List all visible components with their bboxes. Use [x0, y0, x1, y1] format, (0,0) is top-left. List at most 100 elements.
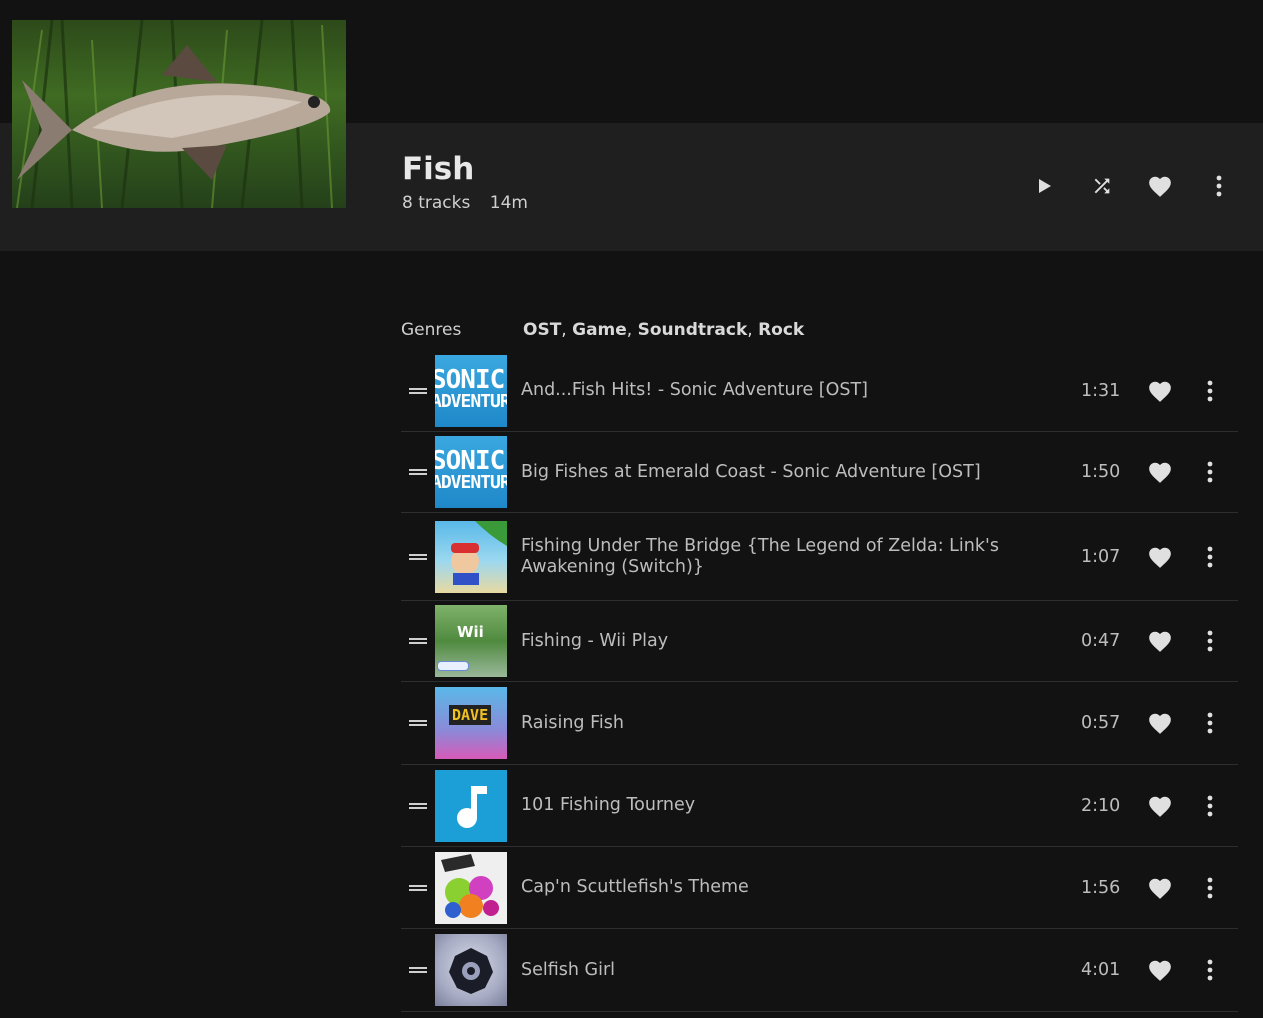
- track-title[interactable]: 101 Fishing Tourney: [521, 795, 1041, 816]
- shuffle-button[interactable]: [1082, 166, 1122, 206]
- track-count: 8 tracks: [402, 193, 471, 213]
- music-note-icon: [457, 785, 487, 828]
- track-more-button[interactable]: [1193, 871, 1227, 905]
- more-vertical-icon: [1207, 380, 1213, 401]
- drag-handle[interactable]: [401, 883, 435, 893]
- like-track-button[interactable]: [1143, 706, 1177, 740]
- more-vertical-icon: [1207, 959, 1213, 981]
- track-list: SONIC ADVENTURE And...Fish Hits! - Sonic…: [401, 350, 1238, 1012]
- track-title[interactable]: Selfish Girl: [521, 960, 1041, 981]
- like-track-button[interactable]: [1143, 624, 1177, 658]
- track-row[interactable]: SONIC ADVENTURE Big Fishes at Emerald Co…: [401, 432, 1238, 513]
- genre-tag[interactable]: Game: [572, 320, 627, 340]
- like-playlist-button[interactable]: [1140, 166, 1180, 206]
- track-more-button[interactable]: [1193, 455, 1227, 489]
- track-row[interactable]: 101 Fishing Tourney 2:10: [401, 765, 1238, 847]
- drag-handle[interactable]: [401, 718, 435, 728]
- play-icon: [1039, 179, 1051, 193]
- heart-icon: [1149, 960, 1171, 981]
- more-vertical-icon: [1207, 877, 1213, 898]
- track-artwork: Wii: [435, 605, 507, 677]
- more-vertical-icon: [1207, 630, 1213, 652]
- drag-handle[interactable]: [401, 965, 435, 975]
- track-duration: 1:07: [1081, 546, 1121, 567]
- shuffle-icon: [1094, 178, 1110, 194]
- genres-list: OST, Game, Soundtrack, Rock: [523, 320, 805, 340]
- playlist-duration: 14m: [489, 193, 528, 213]
- drag-handle-icon: [409, 802, 427, 809]
- playlist-meta: 8 tracks 14m: [402, 193, 542, 213]
- heart-icon: [1149, 462, 1171, 483]
- track-artwork: SONIC ADVENTURE: [435, 436, 507, 508]
- track-title[interactable]: Big Fishes at Emerald Coast - Sonic Adve…: [521, 462, 1041, 483]
- track-more-button[interactable]: [1193, 953, 1227, 987]
- drag-handle-icon: [409, 553, 427, 560]
- drag-handle-icon: [409, 967, 427, 973]
- track-duration: 1:50: [1081, 462, 1121, 482]
- more-vertical-icon: [1207, 795, 1213, 816]
- drag-handle[interactable]: [401, 386, 435, 396]
- drag-handle[interactable]: [401, 552, 435, 562]
- track-row[interactable]: DAVE Raising Fish 0:57: [401, 682, 1238, 765]
- heart-icon: [1149, 176, 1171, 197]
- track-title[interactable]: Fishing - Wii Play: [521, 631, 1041, 652]
- like-track-button[interactable]: [1143, 871, 1177, 905]
- track-more-button[interactable]: [1193, 706, 1227, 740]
- drag-handle[interactable]: [401, 636, 435, 646]
- track-more-button[interactable]: [1193, 540, 1227, 574]
- like-track-button[interactable]: [1143, 789, 1177, 823]
- drag-handle[interactable]: [401, 467, 435, 477]
- track-duration: 1:56: [1081, 877, 1121, 898]
- like-track-button[interactable]: [1143, 374, 1177, 408]
- track-artwork: SONIC ADVENTURE: [435, 354, 507, 427]
- heart-icon: [1149, 631, 1171, 652]
- genre-tag[interactable]: OST: [523, 320, 561, 340]
- genre-tag[interactable]: Rock: [758, 320, 804, 340]
- playlist-title: Fish: [402, 151, 475, 187]
- like-track-button[interactable]: [1143, 953, 1177, 987]
- track-artwork: DAVE: [435, 687, 507, 759]
- more-vertical-icon: [1207, 546, 1213, 567]
- track-row[interactable]: Fishing Under The Bridge {The Legend of …: [401, 513, 1238, 601]
- track-more-button[interactable]: [1193, 374, 1227, 408]
- playlist-more-button[interactable]: [1199, 166, 1239, 206]
- track-title[interactable]: And...Fish Hits! - Sonic Adventure [OST]: [521, 380, 1041, 401]
- track-duration: 0:47: [1081, 631, 1121, 651]
- track-artwork: [435, 851, 507, 924]
- track-artwork: [435, 934, 507, 1006]
- heart-icon: [1149, 796, 1171, 817]
- genres-label: Genres: [401, 320, 462, 340]
- track-row[interactable]: Cap'n Scuttlefish's Theme 1:56: [401, 847, 1238, 929]
- heart-icon: [1149, 547, 1171, 568]
- track-row[interactable]: SONIC ADVENTURE And...Fish Hits! - Sonic…: [401, 350, 1238, 432]
- like-track-button[interactable]: [1143, 455, 1177, 489]
- heart-icon: [1149, 381, 1171, 402]
- drag-handle[interactable]: [401, 801, 435, 811]
- track-duration: 1:31: [1081, 380, 1121, 401]
- heart-icon: [1149, 713, 1171, 734]
- track-row[interactable]: Wii Fishing - Wii Play 0:47: [401, 601, 1238, 682]
- more-vertical-icon: [1207, 461, 1213, 483]
- drag-handle-icon: [409, 638, 427, 644]
- track-more-button[interactable]: [1193, 789, 1227, 823]
- playlist-cover-image: [12, 20, 346, 208]
- more-vertical-icon: [1216, 175, 1222, 197]
- drag-handle-icon: [409, 720, 427, 726]
- drag-handle-icon: [409, 469, 427, 475]
- track-title[interactable]: Fishing Under The Bridge {The Legend of …: [521, 536, 1041, 578]
- track-more-button[interactable]: [1193, 624, 1227, 658]
- drag-handle-icon: [409, 884, 427, 891]
- track-row[interactable]: Selfish Girl 4:01: [401, 929, 1238, 1012]
- like-track-button[interactable]: [1143, 540, 1177, 574]
- track-artwork: [435, 769, 507, 842]
- track-duration: 4:01: [1081, 960, 1121, 980]
- drag-handle-icon: [409, 387, 427, 394]
- play-button[interactable]: [1024, 166, 1064, 206]
- track-title[interactable]: Cap'n Scuttlefish's Theme: [521, 877, 1041, 898]
- track-duration: 0:57: [1081, 713, 1121, 733]
- more-vertical-icon: [1207, 712, 1213, 734]
- track-duration: 2:10: [1081, 795, 1121, 816]
- genre-tag[interactable]: Soundtrack: [638, 320, 748, 340]
- track-title[interactable]: Raising Fish: [521, 713, 1041, 734]
- track-artwork: [435, 520, 507, 593]
